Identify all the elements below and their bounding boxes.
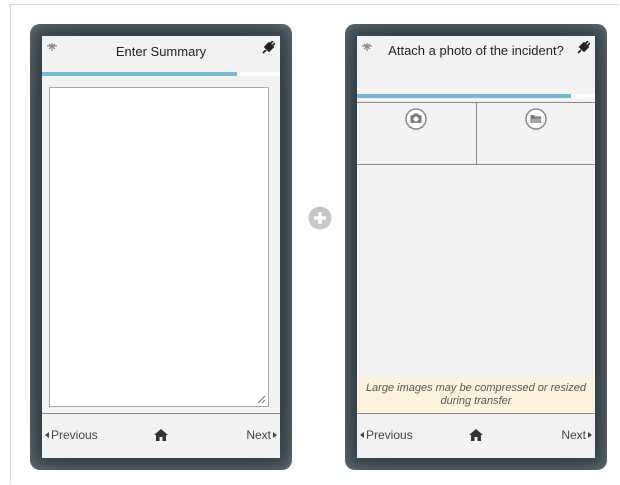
home-icon[interactable] <box>154 429 168 441</box>
previous-button[interactable]: Previous <box>360 428 413 442</box>
resize-grip-icon[interactable] <box>257 395 266 404</box>
summary-textarea[interactable] <box>49 87 269 407</box>
progress-bar <box>357 94 595 98</box>
progress-bar <box>42 72 280 76</box>
screen-photo: Attach a photo of the incident? Large im… <box>357 36 595 458</box>
size-warning-note: Large images may be compressed or resize… <box>357 377 595 413</box>
previous-label: Previous <box>366 428 413 442</box>
screen-footer: Previous Next <box>42 413 280 458</box>
compass-icon[interactable] <box>361 42 373 52</box>
folder-icon <box>525 108 547 130</box>
screen-title: Enter Summary <box>115 44 207 59</box>
progress-fill <box>42 72 238 76</box>
screen-header: Enter Summary <box>42 36 280 68</box>
photo-options <box>357 102 595 165</box>
plus-circle-icon[interactable] <box>308 206 332 230</box>
next-button[interactable]: Next <box>561 428 592 442</box>
screen-header: Attach a photo of the incident? <box>357 36 595 86</box>
chevron-left-icon <box>45 432 49 438</box>
plug-icon[interactable] <box>576 41 590 55</box>
screen-card-summary: Enter Summary Previous Next <box>30 24 292 470</box>
take-photo-button[interactable] <box>357 103 476 164</box>
screen-card-photo: Attach a photo of the incident? Large im… <box>345 24 607 470</box>
screen-footer: Previous Next <box>357 413 595 458</box>
screen-summary: Enter Summary Previous Next <box>42 36 280 458</box>
next-label: Next <box>561 428 586 442</box>
chevron-left-icon <box>360 432 364 438</box>
chevron-right-icon <box>588 432 592 438</box>
next-label: Next <box>246 428 271 442</box>
camera-icon <box>405 108 427 130</box>
screen-title: Attach a photo of the incident? <box>388 43 564 58</box>
compass-icon[interactable] <box>46 42 58 52</box>
canvas: Enter Summary Previous Next Attach a pho… <box>10 4 619 483</box>
home-icon[interactable] <box>469 429 483 441</box>
next-button[interactable]: Next <box>246 428 277 442</box>
progress-fill <box>357 94 572 98</box>
previous-button[interactable]: Previous <box>45 428 98 442</box>
choose-file-button[interactable] <box>475 103 596 164</box>
previous-label: Previous <box>51 428 98 442</box>
chevron-right-icon <box>273 432 277 438</box>
plug-icon[interactable] <box>261 41 275 55</box>
